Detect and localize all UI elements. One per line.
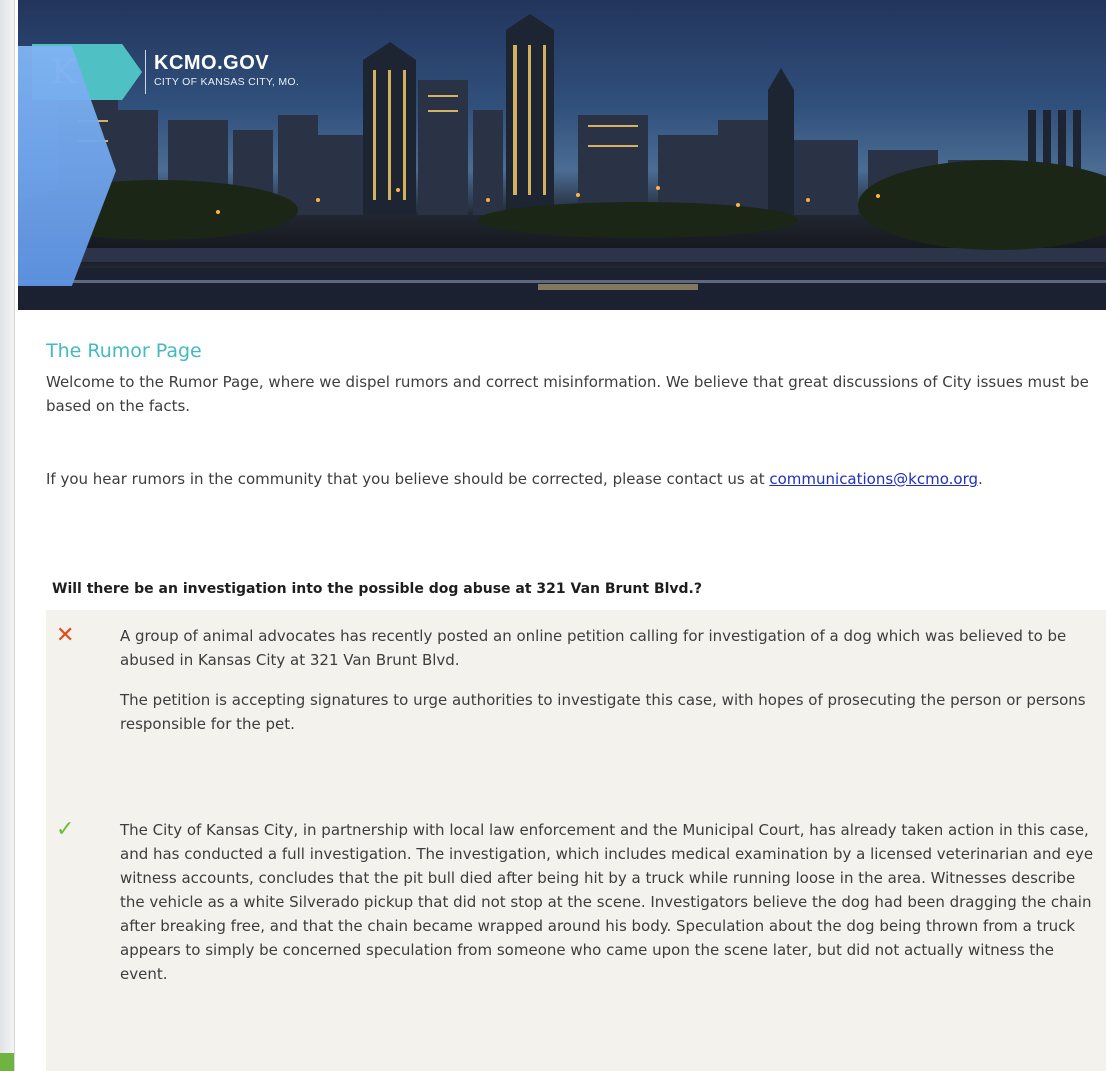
rumor-question: Will there be an investigation into the … bbox=[52, 581, 702, 597]
contact-text: If you hear rumors in the community that… bbox=[46, 470, 770, 488]
brand-divider bbox=[145, 50, 146, 94]
page-title: The Rumor Page bbox=[46, 340, 202, 362]
page-content: K KCMO.GOV CITY OF KANSAS CITY, MO. The … bbox=[18, 0, 1106, 1071]
site-name[interactable]: KCMO.GOV bbox=[154, 52, 269, 75]
intro-paragraph: Welcome to the Rumor Page, where we disp… bbox=[46, 373, 1089, 415]
hero-banner: K KCMO.GOV CITY OF KANSAS CITY, MO. bbox=[18, 0, 1106, 310]
left-rail bbox=[0, 0, 15, 1071]
rumor-paragraph: The petition is accepting signatures to … bbox=[120, 691, 1086, 733]
rumor-x-icon: ✕ bbox=[56, 623, 75, 648]
contact-email-link[interactable]: communications@kcmo.org bbox=[769, 470, 978, 488]
contact-paragraph: If you hear rumors in the community that… bbox=[46, 467, 1096, 491]
left-rail-accent bbox=[0, 1053, 14, 1071]
fact-check-icon: ✓ bbox=[56, 817, 75, 842]
city-skyline-image bbox=[18, 14, 1106, 310]
fact-paragraph: The City of Kansas City, in partnership … bbox=[120, 821, 1094, 983]
contact-suffix: . bbox=[978, 470, 983, 488]
site-tagline: CITY OF KANSAS CITY, MO. bbox=[154, 76, 300, 88]
rumor-paragraph: A group of animal advocates has recently… bbox=[120, 627, 1067, 669]
